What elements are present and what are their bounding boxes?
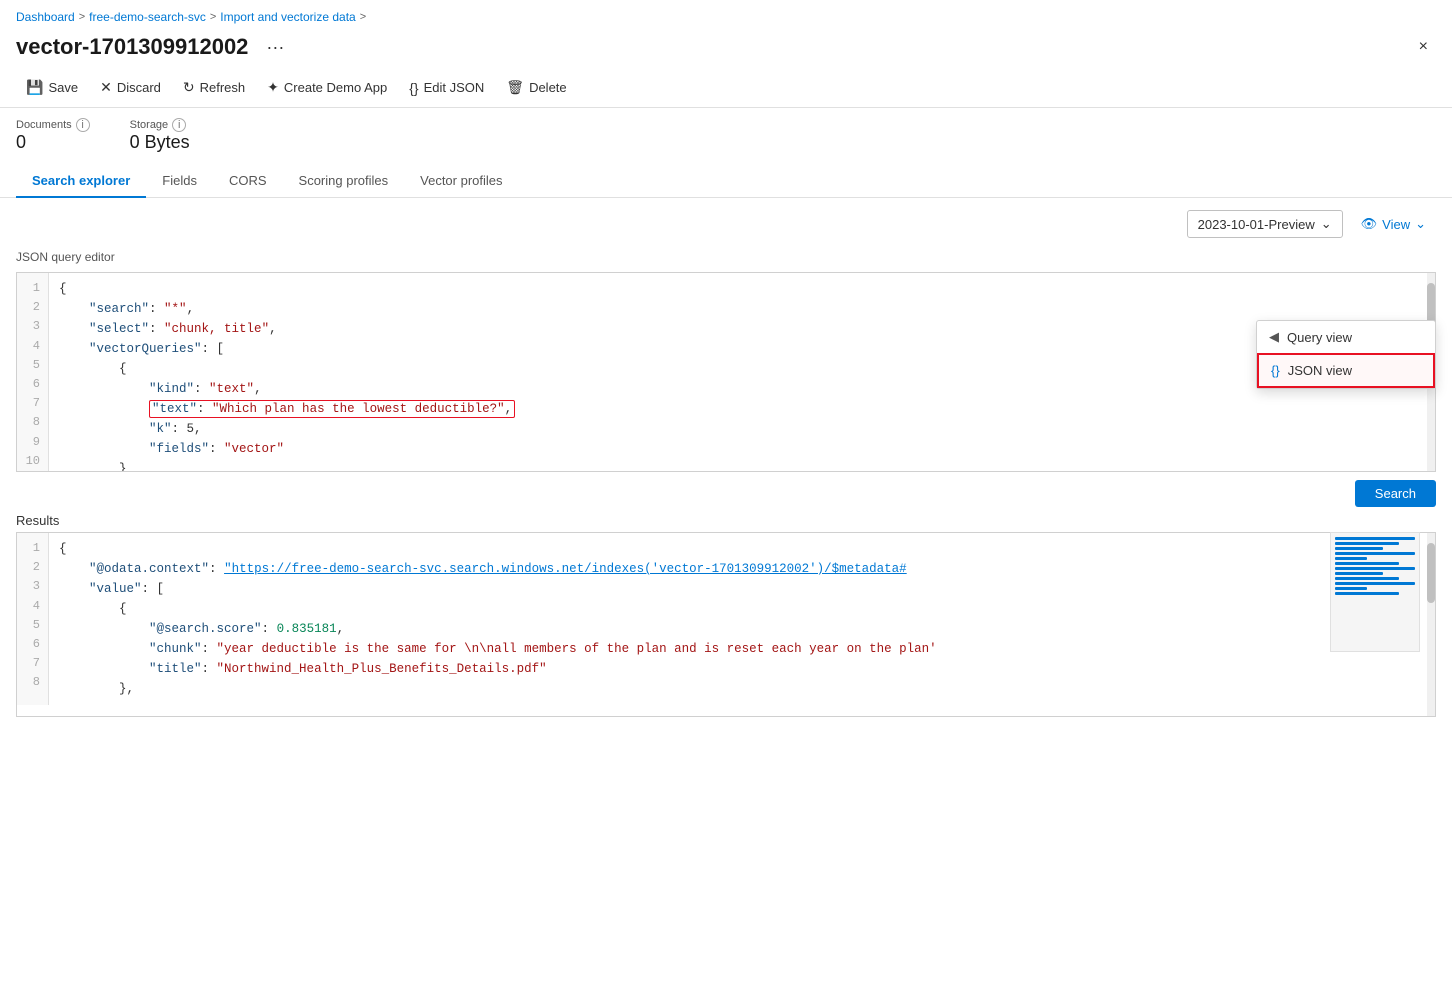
result-line-2: "@odata.context": "https://free-demo-sea… [59, 559, 1425, 579]
breadcrumb-sep-1: > [79, 11, 85, 23]
breadcrumb-dashboard[interactable]: Dashboard [16, 10, 75, 24]
results-code-content: { "@odata.context": "https://free-demo-s… [49, 533, 1435, 705]
toolbar: 💾 Save ✕ Discard ↻ Refresh ✦ Create Demo… [0, 68, 1452, 108]
thumb-line-4 [1335, 552, 1415, 555]
results-section: Results 12345678 { "@odata.context": "ht… [0, 513, 1452, 717]
discard-icon: ✕ [100, 79, 112, 96]
documents-stat: Documents i 0 [16, 118, 90, 153]
search-button[interactable]: Search [1355, 480, 1436, 507]
documents-info-icon[interactable]: i [76, 118, 90, 132]
results-editor[interactable]: 12345678 { "@odata.context": "https://fr… [16, 532, 1436, 717]
thumb-line-9 [1335, 577, 1399, 580]
result-line-1: { [59, 539, 1425, 559]
query-view-option[interactable]: ◀ Query view [1257, 321, 1435, 353]
stats-bar: Documents i 0 Storage i 0 Bytes [0, 108, 1452, 159]
editor-label: JSON query editor [16, 246, 1436, 268]
editor-line-4: "vectorQueries": [ [59, 339, 1425, 359]
page-header: vector-1701309912002 ··· × [0, 30, 1452, 68]
tab-fields[interactable]: Fields [146, 165, 213, 198]
json-editor[interactable]: 12345 678910 { "search": "*", "select": … [16, 272, 1436, 472]
api-version-dropdown[interactable]: 2023-10-01-Preview ⌄ [1187, 210, 1343, 238]
storage-info-icon[interactable]: i [172, 118, 186, 132]
page-title: vector-1701309912002 [16, 34, 248, 60]
json-view-option[interactable]: {} JSON view [1257, 353, 1435, 388]
editor-line-7: "text": "Which plan has the lowest deduc… [59, 399, 1425, 419]
view-popup: ◀ Query view {} JSON view [1256, 320, 1436, 389]
storage-value: 0 Bytes [130, 132, 190, 153]
refresh-button[interactable]: ↻ Refresh [173, 74, 255, 101]
view-chevron-down-icon: ⌄ [1415, 216, 1426, 232]
breadcrumb-sep-3: > [360, 11, 366, 23]
chevron-down-icon: ⌄ [1321, 216, 1332, 232]
thumb-line-11 [1335, 587, 1367, 590]
documents-value: 0 [16, 132, 90, 153]
create-demo-app-button[interactable]: ✦ Create Demo App [257, 74, 397, 101]
storage-stat: Storage i 0 Bytes [130, 118, 190, 153]
editor-code-content[interactable]: { "search": "*", "select": "chunk, title… [49, 273, 1435, 472]
results-scrollbar[interactable] [1427, 533, 1435, 716]
result-line-7: "title": "Northwind_Health_Plus_Benefits… [59, 659, 1425, 679]
braces-icon: {} [1271, 363, 1280, 378]
editor-line-5: { [59, 359, 1425, 379]
funnel-icon: ◀ [1269, 329, 1279, 345]
edit-json-button[interactable]: {} Edit JSON [399, 75, 494, 101]
view-icon: 👁 [1361, 216, 1378, 232]
breadcrumb: Dashboard > free-demo-search-svc > Impor… [0, 0, 1452, 30]
result-line-3: "value": [ [59, 579, 1425, 599]
close-button[interactable]: × [1411, 34, 1436, 60]
tab-cors[interactable]: CORS [213, 165, 283, 198]
editor-line-6: "kind": "text", [59, 379, 1425, 399]
thumb-line-3 [1335, 547, 1383, 550]
thumb-line-8 [1335, 572, 1383, 575]
tab-bar: Search explorer Fields CORS Scoring prof… [0, 165, 1452, 198]
view-dropdown-button[interactable]: 👁 View ⌄ [1351, 211, 1436, 237]
search-button-row: Search [0, 472, 1452, 513]
thumb-line-10 [1335, 582, 1415, 585]
editor-line-10: } [59, 459, 1425, 472]
thumb-line-12 [1335, 592, 1399, 595]
results-thumbnail [1330, 532, 1420, 652]
tab-scoring-profiles[interactable]: Scoring profiles [283, 165, 405, 198]
result-line-6: "chunk": "year deductible is the same fo… [59, 639, 1425, 659]
result-line-8: }, [59, 679, 1425, 699]
edit-json-icon: {} [409, 80, 418, 96]
json-editor-section: JSON query editor 12345 678910 { "search… [0, 246, 1452, 472]
delete-icon: 🗑 [506, 79, 524, 96]
editor-line-9: "fields": "vector" [59, 439, 1425, 459]
delete-button[interactable]: 🗑 Delete [496, 74, 576, 101]
results-label: Results [16, 513, 1436, 528]
breadcrumb-import[interactable]: Import and vectorize data [220, 10, 355, 24]
editor-line-3: "select": "chunk, title", [59, 319, 1425, 339]
thumb-line-2 [1335, 542, 1399, 545]
refresh-icon: ↻ [183, 79, 195, 96]
more-options-button[interactable]: ··· [266, 37, 284, 58]
query-toolbar: 2023-10-01-Preview ⌄ 👁 View ⌄ [0, 198, 1452, 246]
thumb-line-1 [1335, 537, 1415, 540]
thumb-line-6 [1335, 562, 1399, 565]
results-line-numbers: 12345678 [17, 533, 49, 705]
editor-line-8: "k": 5, [59, 419, 1425, 439]
create-demo-icon: ✦ [267, 79, 279, 96]
line-numbers: 12345 678910 [17, 273, 49, 472]
result-line-4: { [59, 599, 1425, 619]
discard-button[interactable]: ✕ Discard [90, 74, 171, 101]
editor-line-2: "search": "*", [59, 299, 1425, 319]
results-code: 12345678 { "@odata.context": "https://fr… [16, 532, 1436, 717]
thumbnail-content [1331, 533, 1419, 601]
save-icon: 💾 [26, 79, 43, 96]
odata-context-link[interactable]: "https://free-demo-search-svc.search.win… [224, 562, 907, 576]
editor-line-1: { [59, 279, 1425, 299]
breadcrumb-sep-2: > [210, 11, 216, 23]
tab-vector-profiles[interactable]: Vector profiles [404, 165, 518, 198]
breadcrumb-service[interactable]: free-demo-search-svc [89, 10, 206, 24]
thumb-line-5 [1335, 557, 1367, 560]
thumb-line-7 [1335, 567, 1415, 570]
save-button[interactable]: 💾 Save [16, 74, 88, 101]
tab-search-explorer[interactable]: Search explorer [16, 165, 146, 198]
result-line-5: "@search.score": 0.835181, [59, 619, 1425, 639]
